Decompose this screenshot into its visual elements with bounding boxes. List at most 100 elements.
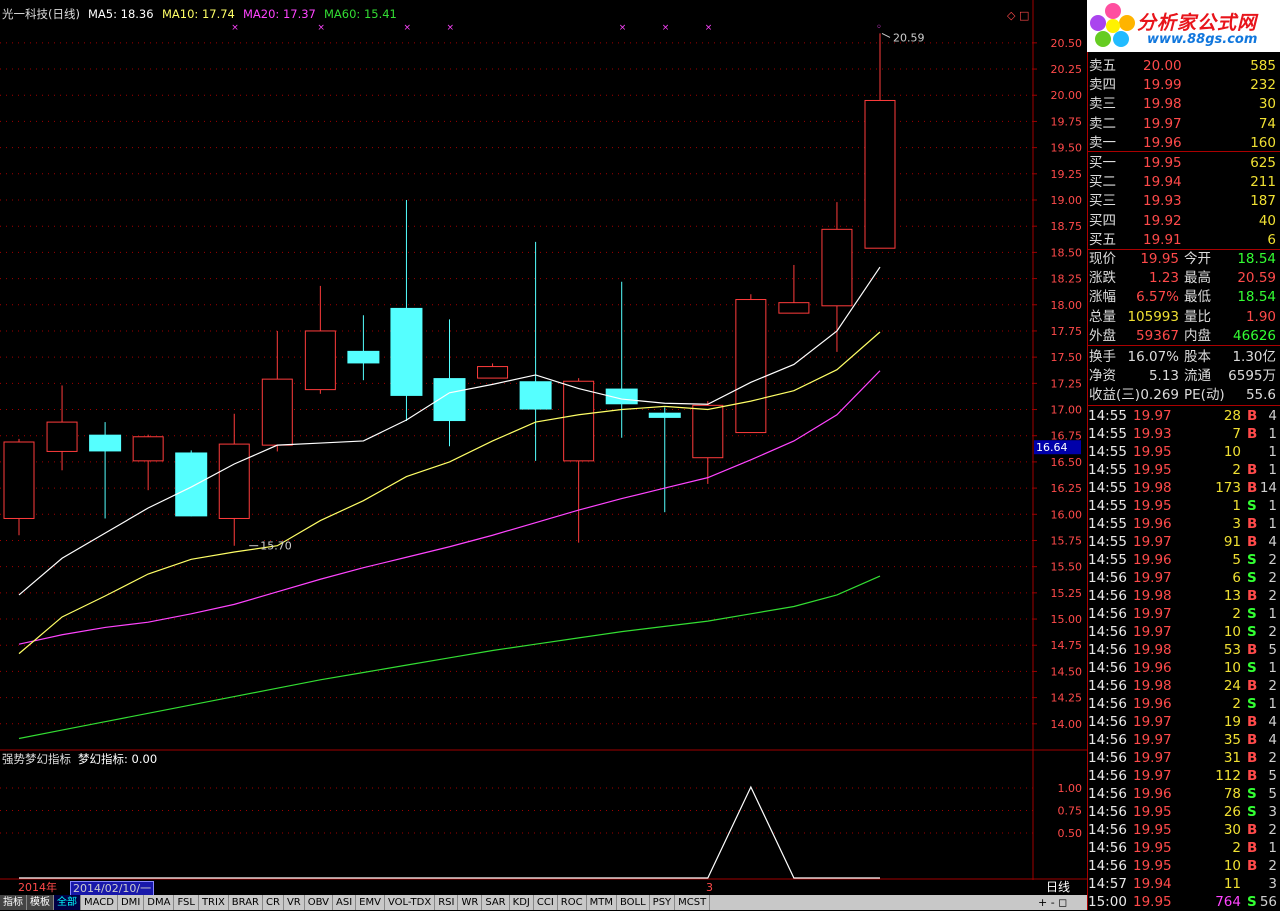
bid-row[interactable]: 买三 19.93 187 [1087,192,1280,210]
ask-row[interactable]: 卖二 19.97 74 [1087,115,1280,133]
tick-p: 19.97 [1133,624,1172,640]
stat-l2: 量比 [1184,308,1211,325]
tick-t: 14:56 [1088,660,1127,676]
price-axis-label: 15.50 [1051,561,1083,574]
tab-全部[interactable]: 全部 [54,895,81,910]
signal-mark: × [447,23,455,33]
price-axis-label: 19.50 [1051,142,1083,155]
order-vol: 625 [1250,155,1276,171]
tick-v: 6 [1232,570,1241,586]
order-label: 卖五 [1089,58,1116,74]
kline-chart[interactable]: 20.50 20.25 20.00 19.75 19.50 19.25 19.00 18.75… [0,0,1087,880]
tab-dmi[interactable]: DMI [118,895,145,910]
tab-sar[interactable]: SAR [482,895,510,910]
price-axis-label: 14.75 [1051,639,1083,652]
ask-row[interactable]: 卖一 19.96 160 [1087,134,1280,152]
tab-macd[interactable]: MACD [81,895,118,910]
ask-row[interactable]: 卖五 20.00 585 [1087,57,1280,75]
tick-n: 5 [1268,768,1277,784]
tab-mcst[interactable]: MCST [675,895,711,910]
stat-l2: 今开 [1184,251,1211,267]
tab-wr[interactable]: WR [458,895,483,910]
tick-p: 19.95 [1133,894,1172,910]
signal-mark: × [705,23,713,33]
zoom-controls[interactable]: + - ◻ [1038,896,1068,910]
tab-obv[interactable]: OBV [305,895,333,910]
tab-rsi[interactable]: RSI [435,895,459,910]
tab-kdj[interactable]: KDJ [510,895,534,910]
stat-l1: 净资 [1089,368,1116,385]
stat-v2: 6595万 [1228,368,1276,385]
tick-v: 173 [1215,480,1241,496]
tick-v: 10 [1223,444,1241,460]
tab-vol-tdx[interactable]: VOL-TDX [385,895,436,910]
tick-d: B [1247,426,1258,442]
tick-n: 1 [1268,444,1277,460]
tick-n: 5 [1268,642,1277,658]
tick-t: 14:56 [1088,750,1127,766]
tab-emv[interactable]: EMV [356,895,385,910]
stat-v2: 18.54 [1237,251,1276,267]
tab-asi[interactable]: ASI [333,895,357,910]
tab-fsl[interactable]: FSL [174,895,199,910]
price-axis-label: 14.00 [1051,718,1083,731]
order-vol: 211 [1250,174,1276,191]
stat-row: 总量 105993 量比 1.90 [1087,308,1280,326]
bid-row[interactable]: 买四 19.92 40 [1087,212,1280,230]
order-price: 19.96 [1143,134,1182,151]
tick-row: 14:55 19.97 28 B 4 [1087,407,1280,425]
tab-psy[interactable]: PSY [650,895,676,910]
tick-d: S [1247,606,1257,622]
tab-指标[interactable]: 指标 [0,895,27,910]
price-axis-label: 20.25 [1051,63,1083,76]
tab-模板[interactable]: 模板 [27,895,54,910]
order-price: 19.93 [1143,193,1182,210]
stat-row: 换手 16.07% 股本 1.30亿 [1087,348,1280,366]
signal-mark: × [662,23,670,33]
tab-trix[interactable]: TRIX [199,895,229,910]
tick-t: 14:56 [1088,768,1127,784]
tick-v: 13 [1223,588,1241,604]
tick-n: 2 [1268,570,1277,586]
tick-t: 14:55 [1088,444,1127,460]
tick-d: B [1247,750,1258,766]
tick-v: 19 [1223,714,1241,730]
tab-brar[interactable]: BRAR [229,895,263,910]
tick-n: 4 [1268,714,1277,730]
order-price: 19.98 [1143,96,1182,113]
period-label[interactable]: 日线 [1046,880,1070,895]
order-vol: 232 [1250,77,1276,94]
tab-boll[interactable]: BOLL [617,895,650,910]
tick-n: 2 [1268,588,1277,604]
tick-v: 24 [1223,678,1241,694]
price-axis-label: 18.25 [1051,273,1083,286]
tick-p: 19.98 [1133,678,1172,694]
price-axis-label: 19.25 [1051,168,1083,181]
bid-row[interactable]: 买一 19.95 625 [1087,154,1280,172]
signal-mark: × [403,23,411,33]
tick-p: 19.98 [1133,480,1172,496]
ask-row[interactable]: 卖三 19.98 30 [1087,95,1280,113]
bid-row[interactable]: 买五 19.91 6 [1087,231,1280,249]
tick-v: 78 [1223,786,1241,802]
date-marker: 3 [706,881,713,894]
tab-mtm[interactable]: MTM [587,895,617,910]
tick-t: 14:57 [1088,876,1127,892]
tab-vr[interactable]: VR [284,895,305,910]
tab-cci[interactable]: CCI [534,895,558,910]
order-price: 19.92 [1143,212,1182,229]
order-price: 19.91 [1143,231,1182,248]
tick-v: 10 [1223,858,1241,874]
bid-row[interactable]: 买二 19.94 211 [1087,173,1280,191]
tick-d: B [1247,840,1258,856]
tab-dma[interactable]: DMA [144,895,175,910]
tab-roc[interactable]: ROC [558,895,587,910]
price-axis-label: 18.75 [1051,220,1083,233]
tick-p: 19.97 [1133,732,1172,748]
stat-v2: 1.90 [1245,308,1276,325]
ask-row[interactable]: 卖四 19.99 232 [1087,76,1280,94]
tab-cr[interactable]: CR [263,895,284,910]
tick-n: 1 [1268,498,1277,514]
tick-row: 15:00 19.95 764 S 56 [1087,893,1280,911]
stat-row: 外盘 59367 内盘 46626 [1087,327,1280,345]
